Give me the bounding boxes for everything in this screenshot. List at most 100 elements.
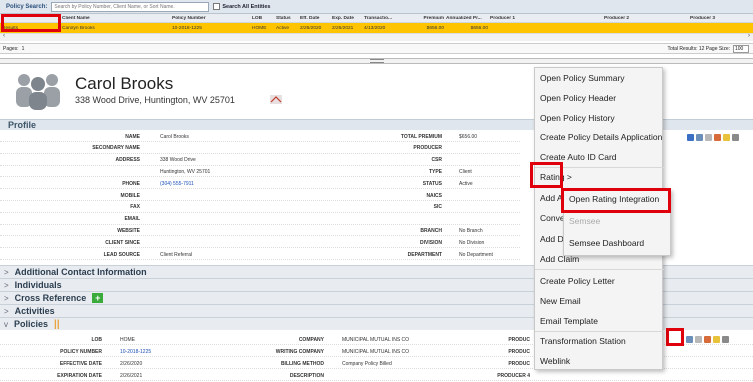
col-producer-3[interactable]: Producer 3 (688, 16, 748, 21)
chevron-right-icon: > (4, 280, 9, 290)
delete-icon[interactable] (722, 336, 729, 343)
col-eff-date[interactable]: Eff. Date (298, 16, 330, 21)
horizontal-scrollbar[interactable]: ‹ › (0, 33, 753, 41)
policy-field-label: PRODUC (508, 348, 530, 355)
splitter-handle[interactable] (370, 59, 384, 63)
menu-create-policy-details-app[interactable]: Create Policy Details Application (540, 129, 662, 145)
col-lob[interactable]: LOB (250, 16, 274, 21)
search-all-entities-label: Search All Entities (222, 3, 271, 10)
policy-field-value: MUNICIPAL MUTUAL INS CO (342, 336, 410, 343)
profile-field-label: MOBILE (120, 192, 140, 199)
menu-add-a[interactable]: Add A (540, 190, 563, 206)
filter-icon[interactable]: || (54, 319, 60, 330)
cell-annualized: $656.00 (470, 25, 488, 31)
dropdown-icon[interactable] (687, 134, 694, 141)
menu-open-policy-history[interactable]: Open Policy History (540, 110, 615, 126)
add-icon[interactable]: + (92, 293, 104, 303)
section-title: Additional Contact Information (14, 267, 147, 277)
edit-icon[interactable] (695, 336, 702, 343)
policy-field-label: PRODUC (508, 360, 530, 367)
profile-field-value: Carol Brooks (160, 133, 189, 140)
profile-field-label: DIVISION (420, 239, 442, 246)
submenu-semsee-dashboard[interactable]: Semsee Dashboard (569, 235, 644, 251)
col-client-name[interactable]: Client Name (60, 16, 170, 21)
profile-field-label: NAME (125, 133, 140, 140)
attach-icon[interactable] (714, 134, 721, 141)
folder-icon[interactable] (713, 336, 720, 343)
profile-field-label: BRANCH (420, 227, 442, 234)
col-policy-number[interactable]: Policy Number (170, 16, 250, 21)
policy-field-value: Company Policy Billed (342, 360, 392, 367)
scroll-left-icon[interactable]: ‹ (3, 33, 5, 39)
profile-field-label: DEPARTMENT (407, 251, 442, 258)
chevron-right-icon: > (4, 306, 9, 316)
col-transaction[interactable]: Transactio... (362, 16, 406, 21)
client-name: Carol Brooks (75, 74, 174, 93)
profile-row: MOBILE NAICS (0, 191, 520, 201)
map-icon[interactable] (270, 95, 282, 104)
profile-field-label: WEBSITE (117, 227, 140, 234)
scroll-right-icon[interactable]: › (748, 33, 750, 39)
menu-open-policy-header[interactable]: Open Policy Header (540, 90, 616, 106)
profile-row: LEAD SOURCE Client Referral DEPARTMENT No D… (0, 250, 520, 260)
menu-open-policy-summary[interactable]: Open Policy Summary (540, 70, 625, 86)
profile-field-value: Client Referral (160, 251, 192, 258)
profile-field-value[interactable]: (304) 555-7911 (160, 181, 194, 187)
profile-field-label: FAX (130, 204, 140, 211)
menu-new-email[interactable]: New Email (540, 293, 581, 309)
cell-premium: $656.00 (426, 25, 444, 31)
menu-webLink[interactable]: Weblink (540, 353, 570, 369)
policy-field-label: PRODUCER 4 (497, 372, 530, 379)
chevron-right-icon: > (4, 267, 9, 277)
profile-field-label: LEAD SOURCE (103, 251, 140, 258)
menu-add-di[interactable]: Add Di (540, 231, 566, 247)
highlight-box-open-rating (561, 188, 671, 213)
submenu-semsee[interactable]: Semsee (569, 213, 600, 229)
menu-create-policy-letter[interactable]: Create Policy Letter (540, 273, 615, 289)
profile-field-value: Huntington, WV 25701 (160, 168, 211, 175)
col-exp-date[interactable]: Exp. Date (330, 16, 362, 21)
col-annualized[interactable]: Annualized Pr... (444, 16, 488, 21)
profile-field-value: $656.00 (459, 133, 478, 140)
folder-icon[interactable] (723, 134, 730, 141)
policy-field-label: LOB (91, 336, 102, 343)
profile-field-label: PHONE (122, 180, 140, 187)
table-row[interactable]: Results Carolyn Brooks 10-2018-1225 HOME… (0, 23, 753, 33)
profile-field-value: No Division (459, 239, 485, 246)
menu-divider (535, 269, 664, 270)
edit-icon[interactable] (705, 134, 712, 141)
highlight-box-policy-dropdown (666, 328, 684, 346)
profile-field-label: NAICS (426, 192, 442, 199)
menu-email-template[interactable]: Email Template (540, 313, 598, 329)
col-premium[interactable]: Premium (406, 16, 444, 21)
profile-row: SECONDARY NAME PRODUCER (0, 144, 520, 154)
page-number[interactable]: 1 (22, 46, 25, 52)
search-all-entities-checkbox[interactable] (213, 3, 221, 10)
col-status[interactable]: Status (274, 16, 298, 21)
chevron-right-icon: > (4, 293, 9, 303)
profile-field-label: EMAIL (124, 216, 140, 223)
search-all-entities[interactable]: Search All Entities (213, 3, 270, 10)
profile-toolbar (687, 134, 739, 141)
attach-icon[interactable] (704, 336, 711, 343)
policy-field-label: EFFECTIVE DATE (59, 360, 102, 367)
col-producer-2[interactable]: Producer 2 (602, 16, 688, 21)
profile-field-value: Active (459, 180, 473, 187)
highlight-box-rating (530, 162, 563, 188)
cell-lob: HOME (252, 25, 267, 31)
profile-field-label: CSR (431, 157, 442, 164)
policy-search-label: Policy Search: (6, 3, 48, 10)
forward-icon[interactable] (686, 336, 693, 343)
profile-field-value: No Branch (459, 227, 483, 234)
policy-field-label: BILLING METHOD (280, 360, 324, 367)
policy-search-input[interactable] (51, 1, 210, 12)
policy-field-value: MUNICIPAL MUTUAL INS CO (342, 348, 410, 355)
policy-field-label: COMPANY (298, 336, 324, 343)
col-producer-1[interactable]: Producer 1 (488, 16, 602, 21)
menu-transformation-station[interactable]: Transformation Station (540, 333, 626, 349)
delete-icon[interactable] (732, 134, 739, 141)
page-size-select[interactable]: 100 (733, 45, 749, 53)
profile-row: WEBSITE BRANCH No Branch (0, 226, 520, 237)
forward-icon[interactable] (696, 134, 703, 141)
policy-field-value[interactable]: 10-2018-1225 (120, 349, 151, 355)
